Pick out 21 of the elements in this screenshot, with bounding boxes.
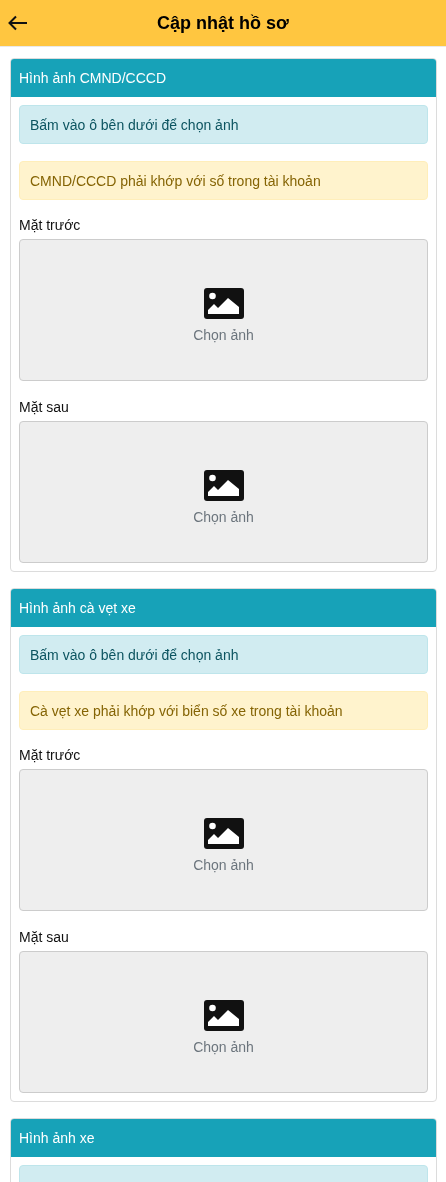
field-label: Mặt trước [19,747,82,763]
image-icon [203,287,244,319]
warning-alert: Cà vẹt xe phải khớp với biển số xe trong tài khoản [19,691,428,730]
image-upload-box[interactable]: Chọn ảnh [19,769,428,911]
info-alert: Bấm vào ô bên dưới để chọn ảnh [19,635,428,674]
field-label: Mặt sau [19,399,70,415]
image-upload-box[interactable]: Chọn ảnh [19,239,428,381]
page-title: Cập nhật hồ sơ [157,12,289,34]
section-header: Hình ảnh CMND/CCCD [11,59,436,97]
section-header: Hình ảnh xe [11,1119,436,1157]
section-header: Hình ảnh cà vẹt xe [11,589,436,627]
field-label: Mặt trước [19,217,82,233]
image-icon [203,999,244,1031]
image-icon [203,817,244,849]
image-upload-box[interactable]: Chọn ảnh [19,421,428,563]
image-upload-box[interactable]: Chọn ảnh [19,951,428,1093]
info-alert: Bấm vào ô bên dưới để chọn ảnh [19,105,428,144]
warning-alert: CMND/CCCD phải khớp với số trong tài khoản [19,161,428,200]
field-label: Mặt sau [19,929,70,945]
back-button[interactable] [8,13,28,33]
image-icon [203,469,244,501]
